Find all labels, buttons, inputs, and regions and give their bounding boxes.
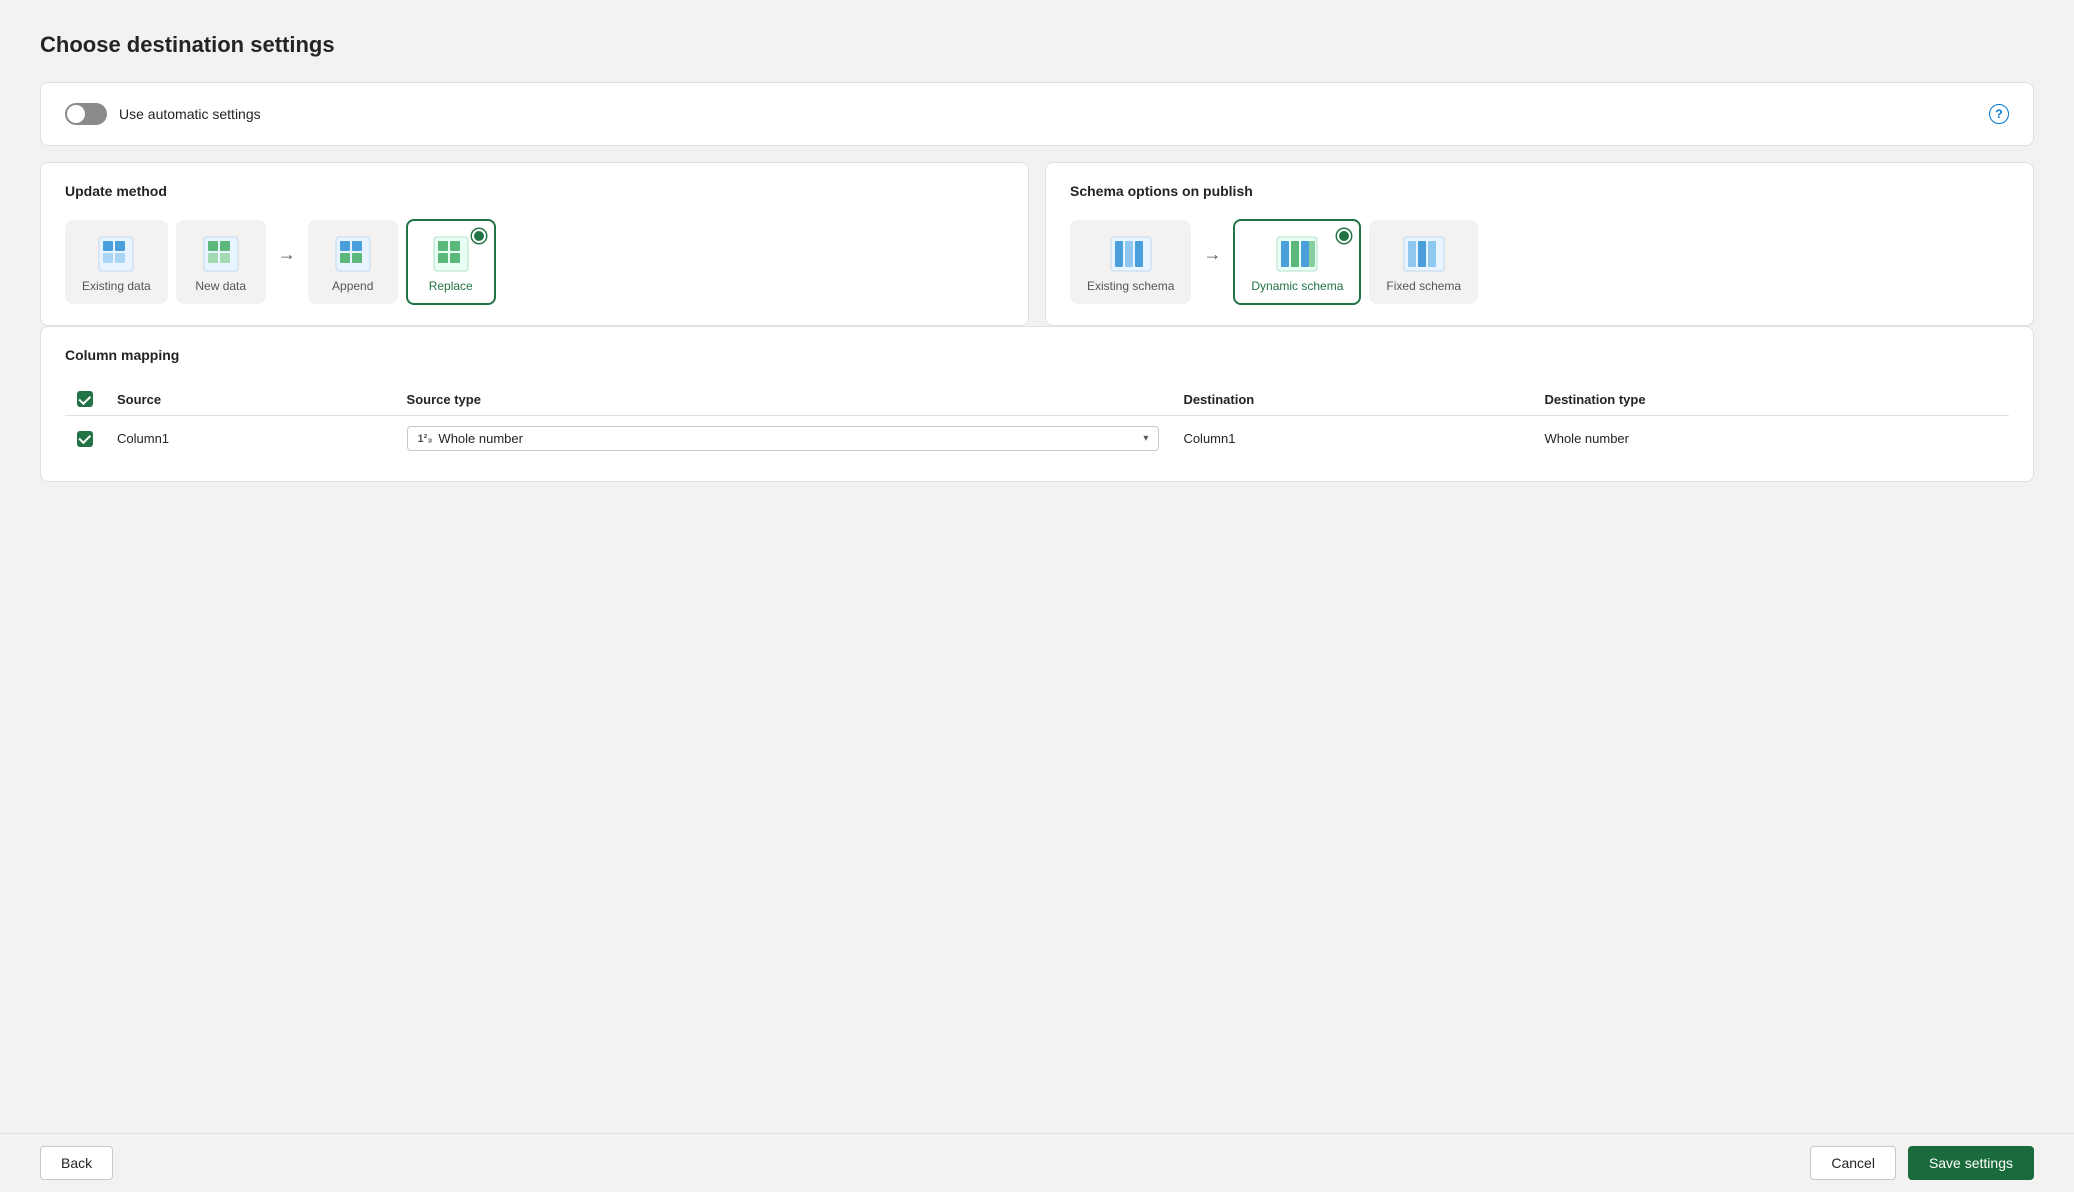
column-mapping-section: Column mapping Source Source type Destin… bbox=[40, 326, 2034, 482]
dynamic-schema-label: Dynamic schema bbox=[1251, 279, 1343, 293]
help-icon[interactable]: ? bbox=[1989, 104, 2009, 124]
source-type-left: 1²₃ Whole number bbox=[418, 431, 523, 446]
schema-arrow-icon: → bbox=[1203, 244, 1221, 265]
new-data-label: New data bbox=[195, 279, 246, 293]
source-type-cell: 1²₃ Whole number ▾ bbox=[395, 416, 1172, 462]
option-existing-data[interactable]: Existing data bbox=[65, 220, 168, 304]
destination-cell: Column1 bbox=[1171, 416, 1532, 462]
col-header-source-type: Source type bbox=[395, 383, 1172, 416]
option-existing-schema[interactable]: Existing schema bbox=[1070, 220, 1191, 304]
header-checkbox[interactable] bbox=[77, 391, 93, 407]
col-header-checkbox bbox=[65, 383, 105, 416]
replace-label: Replace bbox=[429, 279, 473, 293]
existing-schema-label: Existing schema bbox=[1087, 279, 1174, 293]
two-col-section: Update method Existing data bbox=[40, 162, 2034, 326]
arrow-icon: → bbox=[278, 244, 296, 265]
new-data-icon bbox=[202, 235, 240, 273]
fixed-schema-label: Fixed schema bbox=[1386, 279, 1461, 293]
row-checkbox[interactable] bbox=[77, 431, 93, 447]
auto-settings-label: Use automatic settings bbox=[119, 106, 261, 122]
option-dynamic-schema[interactable]: Dynamic schema bbox=[1233, 219, 1361, 305]
cancel-button[interactable]: Cancel bbox=[1810, 1146, 1896, 1180]
option-fixed-schema[interactable]: Fixed schema bbox=[1369, 220, 1478, 304]
source-type-label: Whole number bbox=[438, 431, 523, 446]
schema-options-title: Schema options on publish bbox=[1070, 183, 2009, 199]
existing-data-icon bbox=[97, 235, 135, 273]
column-mapping-title: Column mapping bbox=[65, 347, 2009, 363]
dynamic-schema-icon bbox=[1275, 235, 1319, 273]
replace-radio-dot bbox=[472, 229, 486, 243]
dynamic-schema-radio-dot bbox=[1337, 229, 1351, 243]
option-append[interactable]: Append bbox=[308, 220, 398, 304]
append-label: Append bbox=[332, 279, 373, 293]
auto-settings-card: Use automatic settings ? bbox=[40, 82, 2034, 146]
row-checkbox-cell bbox=[65, 416, 105, 462]
replace-icon bbox=[432, 235, 470, 273]
schema-options-card: Schema options on publish Existing schem… bbox=[1045, 162, 2034, 326]
source-type-select[interactable]: 1²₃ Whole number ▾ bbox=[407, 426, 1160, 451]
append-icon bbox=[334, 235, 372, 273]
option-replace[interactable]: Replace bbox=[406, 219, 496, 305]
col-header-source: Source bbox=[105, 383, 395, 416]
source-cell: Column1 bbox=[105, 416, 395, 462]
number-icon: 1²₃ bbox=[418, 433, 433, 445]
table-row: Column1 1²₃ Whole number ▾ Column1 Whole… bbox=[65, 416, 2009, 462]
col-header-destination: Destination bbox=[1171, 383, 1532, 416]
auto-settings-left: Use automatic settings bbox=[65, 103, 261, 125]
page-title: Choose destination settings bbox=[40, 32, 2034, 58]
auto-settings-toggle[interactable] bbox=[65, 103, 107, 125]
auto-settings-row: Use automatic settings ? bbox=[65, 103, 2009, 125]
update-method-title: Update method bbox=[65, 183, 1004, 199]
btn-right: Cancel Save settings bbox=[1810, 1146, 2034, 1180]
col-header-destination-type: Destination type bbox=[1532, 383, 2009, 416]
save-settings-button[interactable]: Save settings bbox=[1908, 1146, 2034, 1180]
fixed-schema-icon bbox=[1402, 235, 1446, 273]
update-method-card: Update method Existing data bbox=[40, 162, 1029, 326]
toggle-thumb bbox=[67, 105, 85, 123]
update-method-options: Existing data New data → bbox=[65, 219, 1004, 305]
mapping-table: Source Source type Destination Destinati… bbox=[65, 383, 2009, 461]
mapping-table-header-row: Source Source type Destination Destinati… bbox=[65, 383, 2009, 416]
bottom-bar: Back Cancel Save settings bbox=[0, 1133, 2074, 1192]
option-new-data[interactable]: New data bbox=[176, 220, 266, 304]
back-button[interactable]: Back bbox=[40, 1146, 113, 1180]
existing-data-label: Existing data bbox=[82, 279, 151, 293]
existing-schema-icon bbox=[1109, 235, 1153, 273]
destination-type-cell: Whole number bbox=[1532, 416, 2009, 462]
chevron-down-icon: ▾ bbox=[1143, 433, 1148, 444]
schema-options-options: Existing schema → Dynamic schema bbox=[1070, 219, 2009, 305]
